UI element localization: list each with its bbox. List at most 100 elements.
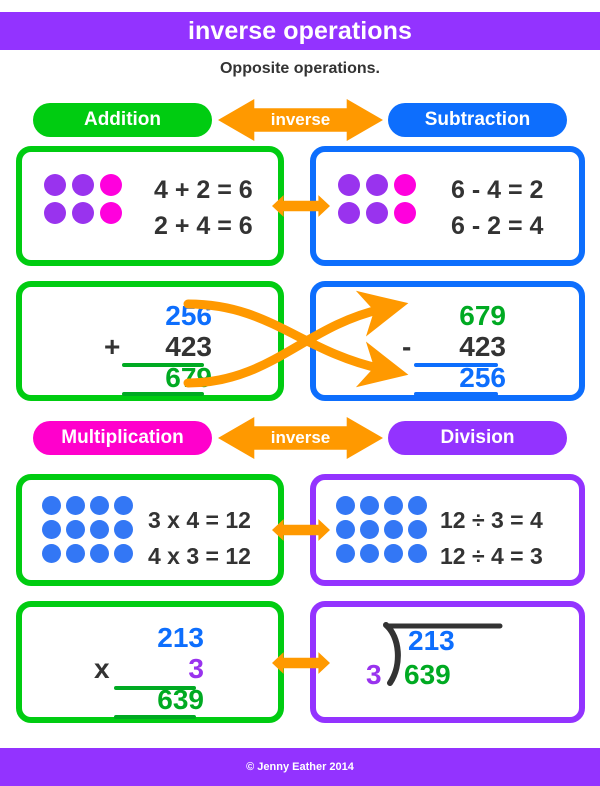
dot (114, 544, 133, 563)
dot (44, 202, 66, 224)
divisor: 3 (366, 659, 382, 690)
dot (100, 174, 122, 196)
dot (42, 544, 61, 563)
dot (408, 544, 427, 563)
minuend-line: 679 (394, 301, 506, 332)
division-dot-array (336, 496, 427, 563)
multiplication-dot-array (42, 496, 133, 563)
equation-line: 6 - 4 = 2 (451, 176, 544, 204)
double-arrow-icon (272, 652, 330, 674)
label-subtraction: Subtraction (388, 103, 567, 137)
difference-line: 256 (394, 363, 506, 394)
subtraction-rule-top (414, 363, 498, 367)
dot (360, 496, 379, 515)
section-2-label-row: Multiplication inverse Division (0, 417, 600, 459)
dot (384, 520, 403, 539)
addition-equations: 4 + 2 = 6 2 + 4 = 6 (154, 172, 253, 244)
dot (384, 496, 403, 515)
dot (72, 174, 94, 196)
sum-value: 679 (165, 362, 212, 393)
multiplier: 3 (188, 653, 204, 684)
inverse-arrow-1: inverse (218, 99, 383, 141)
subtraction-dots-box: 6 - 4 = 2 6 - 2 = 4 (310, 146, 585, 266)
sum-line: 679 (102, 363, 212, 394)
label-division-text: Division (440, 427, 515, 448)
inverse-arrow-2: inverse (218, 417, 383, 459)
subtrahend-line: - 423 (394, 332, 506, 363)
difference-value: 256 (459, 362, 506, 393)
page-title: inverse operations (187, 16, 413, 45)
double-arrow-icon (272, 519, 330, 541)
multiplicand: 213 (157, 622, 204, 653)
dot (394, 174, 416, 196)
inverse-connector-row-3 (272, 517, 330, 543)
multiplicand-line: 213 (94, 623, 204, 654)
dot (114, 496, 133, 515)
multiplication-rule-top (114, 686, 196, 690)
dot (336, 496, 355, 515)
label-addition-text: Addition (83, 109, 162, 130)
equation-line: 12 ÷ 3 = 4 (440, 507, 543, 533)
minuend: 679 (459, 300, 506, 331)
multiplication-rule-bottom (114, 715, 196, 719)
dot (72, 202, 94, 224)
dot (90, 496, 109, 515)
minus-sign: - (402, 331, 412, 362)
addend-top-line: 256 (102, 301, 212, 332)
dot (366, 202, 388, 224)
label-addition: Addition (33, 103, 212, 137)
plus-sign: + (104, 331, 121, 362)
dot (366, 174, 388, 196)
equation-line: 12 ÷ 4 = 3 (440, 543, 543, 569)
division-equations: 12 ÷ 3 = 4 12 ÷ 4 = 3 (440, 502, 543, 574)
inverse-label-1: inverse (270, 110, 331, 129)
label-multiplication: Multiplication (33, 421, 212, 455)
column-addition: 256 + 423 679 (102, 301, 212, 394)
subtitle: Opposite operations. (219, 60, 380, 77)
label-division: Division (388, 421, 567, 455)
section-1-label-row: Addition inverse Subtraction (0, 99, 600, 141)
dot (360, 544, 379, 563)
column-addition-box: 256 + 423 679 (16, 281, 284, 401)
addend-second-line: + 423 (102, 332, 212, 363)
subtraction-rule-bottom (414, 392, 498, 396)
equation-line: 3 x 4 = 12 (148, 507, 251, 533)
dot (114, 520, 133, 539)
division-bracket-icon (383, 622, 503, 686)
title-bar: inverse operations (0, 12, 600, 50)
addition-rule-top (122, 363, 204, 367)
equation-line: 4 x 3 = 12 (148, 543, 251, 569)
dot (42, 496, 61, 515)
dot (338, 202, 360, 224)
inverse-label-2: inverse (270, 428, 331, 447)
footer-bar: © Jenny Eather 2014 (0, 748, 600, 786)
multiplication-dots-box: 3 x 4 = 12 4 x 3 = 12 (16, 474, 284, 586)
column-subtraction-box: 679 - 423 256 (310, 281, 585, 401)
dot (66, 496, 85, 515)
label-multiplication-text: Multiplication (61, 427, 184, 448)
inverse-connector-row-1 (272, 193, 330, 219)
dot (66, 544, 85, 563)
dot (90, 520, 109, 539)
addend-top: 256 (165, 300, 212, 331)
equation-line: 4 + 2 = 6 (154, 176, 253, 204)
label-subtraction-text: Subtraction (424, 109, 531, 130)
dot (384, 544, 403, 563)
subtraction-dot-array (338, 174, 416, 224)
poster: inverse operations Opposite operations. … (0, 0, 600, 786)
long-division-box: 213 3 639 (310, 601, 585, 723)
multiplier-line: x 3 (94, 654, 204, 685)
equation-line: 2 + 4 = 6 (154, 212, 253, 240)
equation-line: 6 - 2 = 4 (451, 212, 544, 240)
addition-dot-array (44, 174, 122, 224)
dot (360, 520, 379, 539)
column-subtraction: 679 - 423 256 (394, 301, 506, 394)
multiplication-equations: 3 x 4 = 12 4 x 3 = 12 (148, 502, 251, 574)
dot (408, 496, 427, 515)
dot (44, 174, 66, 196)
copyright: © Jenny Eather 2014 (246, 761, 354, 773)
inverse-connector-row-4 (272, 650, 330, 676)
dot (42, 520, 61, 539)
dot (336, 544, 355, 563)
long-multiplication-box: 213 x 3 639 (16, 601, 284, 723)
